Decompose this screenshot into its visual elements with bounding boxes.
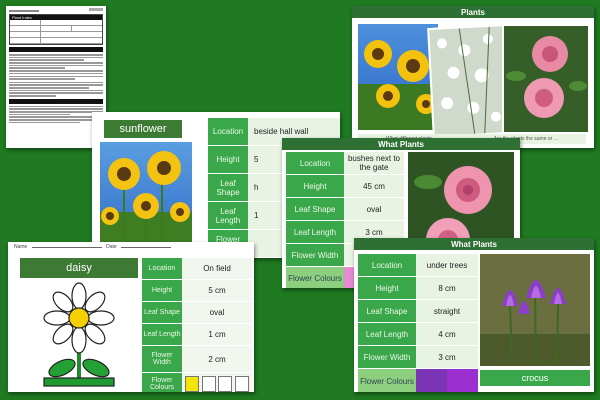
row-label: Flower Width — [358, 346, 416, 368]
row-value: On field — [182, 258, 252, 279]
what-plants-header: What Plants — [282, 138, 520, 150]
row-label: Location — [286, 152, 344, 174]
crocus-header: What Plants — [354, 238, 594, 250]
row-label: Leaf Length — [286, 221, 344, 243]
white-flowers-photo — [427, 24, 511, 138]
colour-swatch — [416, 369, 447, 392]
row-leaf-length: Leaf Length 4 cm — [358, 323, 478, 345]
row-label: Flower Colours — [142, 373, 182, 392]
row-leaf-shape: Leaf Shape straight — [358, 300, 478, 322]
colour-boxes — [182, 373, 252, 392]
doc-header — [6, 6, 106, 12]
row-label: Leaf Shape — [358, 300, 416, 322]
row-height: Height 5 cm — [142, 280, 252, 301]
row-flower-colours: Flower Colours — [142, 373, 252, 392]
row-label: Leaf Length — [142, 324, 182, 345]
row-label: Location — [358, 254, 416, 276]
row-label: Flower Colours — [358, 369, 416, 392]
name-label: Name — [14, 244, 28, 250]
row-height: Height 8 cm — [358, 277, 478, 299]
doc-text-block-2 — [9, 81, 103, 97]
row-value: bushes next to the gate — [344, 152, 404, 174]
crocus-photo — [480, 254, 590, 366]
daisy-illustration — [34, 282, 124, 388]
daisy-card: Name Date daisy Location On field Height… — [8, 242, 254, 392]
row-location: Location bushes next to the gate — [286, 152, 404, 174]
row-leaf-shape: Leaf Shape oval — [286, 198, 404, 220]
row-value: 4 cm — [416, 323, 478, 345]
row-label: Leaf Length — [358, 323, 416, 345]
crocus-info-grid: Location under trees Height 8 cm Leaf Sh… — [358, 254, 478, 392]
row-value: 3 cm — [416, 346, 478, 368]
row-label: Height — [358, 277, 416, 299]
row-label: Flower Width — [286, 244, 344, 266]
row-value: under trees — [416, 254, 478, 276]
row-label: Flower Width — [142, 346, 182, 372]
colour-box[interactable] — [185, 375, 200, 392]
row-label: Leaf Shape — [286, 198, 344, 220]
row-label: Leaf Shape — [142, 302, 182, 323]
row-value: 1 cm — [182, 324, 252, 345]
row-flower-width: Flower Width 2 cm — [142, 346, 252, 372]
row-leaf-shape: Leaf Shape oval — [142, 302, 252, 323]
row-value: straight — [416, 300, 478, 322]
row-label: Flower Colours — [286, 267, 344, 288]
daisy-title: daisy — [20, 258, 138, 278]
plants-card: Plants What different plants ... Are the… — [352, 6, 594, 148]
worksheet-document: Plant Index — [6, 6, 106, 148]
doc-text-block — [9, 54, 103, 80]
colour-swatches — [416, 369, 478, 392]
row-value: 2 cm — [182, 346, 252, 372]
crocus-card: What Plants Location under trees Height … — [354, 238, 594, 392]
row-label: Location — [142, 258, 182, 279]
row-value: oval — [344, 198, 404, 220]
crocus-name-label: crocus — [480, 370, 590, 386]
row-location: Location On field — [142, 258, 252, 279]
plants-header: Plants — [352, 6, 594, 18]
doc-section-bar — [9, 47, 103, 52]
doc-text-block-3 — [9, 105, 103, 124]
row-label: Height — [286, 175, 344, 197]
row-flower-width: Flower Width 3 cm — [358, 346, 478, 368]
row-value: 5 cm — [182, 280, 252, 301]
row-location: Location under trees — [358, 254, 478, 276]
colour-swatch — [344, 267, 354, 288]
row-label: Height — [142, 280, 182, 301]
pink-rose-photo — [502, 24, 590, 134]
sunflower-card-photo — [100, 142, 192, 252]
colour-box[interactable] — [218, 375, 233, 392]
row-flower-colours: Flower Colours — [358, 369, 478, 392]
row-height: Height 45 cm — [286, 175, 404, 197]
row-label: Location — [208, 118, 248, 145]
doc-section-bar-2 — [9, 98, 103, 104]
colour-box[interactable] — [234, 375, 249, 392]
colour-swatch — [447, 369, 478, 392]
row-label: Leaf Shape — [208, 174, 248, 201]
row-label: Leaf Length — [208, 202, 248, 229]
doc-table: Plant Index — [9, 14, 103, 45]
name-date-line: Name Date — [14, 244, 172, 250]
daisy-info-grid: Location On field Height 5 cm Leaf Shape… — [142, 258, 252, 392]
row-value: 8 cm — [416, 277, 478, 299]
sunflower-title: sunflower — [104, 120, 182, 138]
row-leaf-length: Leaf Length 1 cm — [142, 324, 252, 345]
date-label: Date — [106, 244, 117, 250]
row-value: 45 cm — [344, 175, 404, 197]
row-value: oval — [182, 302, 252, 323]
row-label: Height — [208, 146, 248, 173]
colour-box[interactable] — [201, 375, 216, 392]
sunflower-photo — [358, 24, 438, 130]
